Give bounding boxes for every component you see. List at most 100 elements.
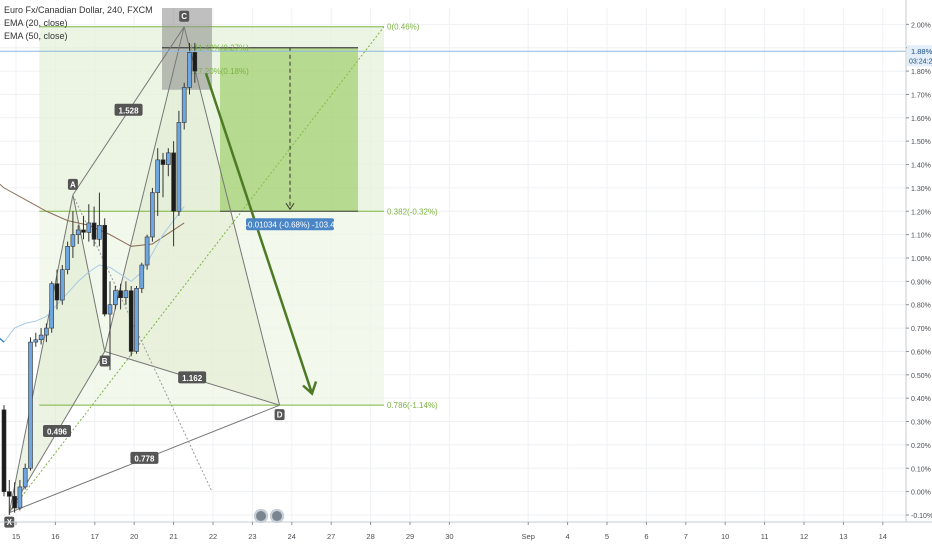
x-tick-label: 28 xyxy=(366,532,374,541)
y-tick-label: 1.60% xyxy=(911,116,931,123)
x-tick-label: 24 xyxy=(288,532,296,541)
y-tick-label: 0.10% xyxy=(911,466,931,473)
y-tick-label: 1.80% xyxy=(911,69,931,76)
price-tag: 1.88% xyxy=(911,47,932,56)
candle-body[interactable] xyxy=(44,327,49,336)
candle-body[interactable] xyxy=(113,290,118,306)
candle-body[interactable] xyxy=(166,152,171,165)
y-tick-label: 1.00% xyxy=(911,256,931,263)
y-tick-label: 0.60% xyxy=(911,349,931,356)
candle-body[interactable] xyxy=(181,87,187,123)
candle-body[interactable] xyxy=(155,159,160,193)
candle-body[interactable] xyxy=(65,246,70,270)
candle-body[interactable] xyxy=(38,334,44,341)
pattern-point-label[interactable]: B xyxy=(102,357,108,366)
fib-inner-label: 127.20%(0.18%) xyxy=(189,67,249,76)
x-tick-label: 10 xyxy=(721,532,729,541)
candle-body[interactable] xyxy=(1,409,7,492)
candle-body[interactable] xyxy=(123,290,129,299)
y-tick-label: -0.10% xyxy=(911,513,932,520)
candle-body[interactable] xyxy=(134,288,139,352)
candle-body[interactable] xyxy=(144,236,150,266)
fib-level-label: 0.382(-0.32%) xyxy=(387,207,438,216)
candle-body[interactable] xyxy=(128,290,134,352)
y-tick-label: 1.70% xyxy=(911,92,931,99)
chart-legend: Euro Fx/Canadian Dollar, 240, FXCM EMA (… xyxy=(4,4,153,43)
x-tick-label: 13 xyxy=(839,532,847,541)
fib-level-label: 0.786(-1.14%) xyxy=(387,401,438,410)
y-tick-label: 1.10% xyxy=(911,233,931,240)
y-tick-label: 0.50% xyxy=(911,373,931,380)
y-tick-label: 1.20% xyxy=(911,209,931,216)
candle-body[interactable] xyxy=(22,467,28,488)
countdown-label: 03:24:22 xyxy=(909,59,932,66)
x-tick-label: 7 xyxy=(684,532,688,541)
x-tick-label: 30 xyxy=(445,532,453,541)
candle-body[interactable] xyxy=(54,283,60,301)
ema20-legend[interactable]: EMA (20, close) xyxy=(4,17,153,30)
candle-body[interactable] xyxy=(75,229,81,235)
candle-body[interactable] xyxy=(150,192,155,238)
candle-body[interactable] xyxy=(49,283,55,329)
scroll-left-icon[interactable] xyxy=(254,509,268,523)
scroll-right-icon[interactable] xyxy=(270,509,284,523)
ratio-label: 0.778 xyxy=(134,454,155,463)
candle-body[interactable] xyxy=(102,224,107,315)
candle-body[interactable] xyxy=(86,222,92,233)
ratio-label: 1.528 xyxy=(119,106,140,115)
y-tick-label: 0.20% xyxy=(911,443,931,450)
candle-body[interactable] xyxy=(17,486,23,509)
pattern-point-label[interactable]: C xyxy=(181,12,187,21)
ratio-label: 0.496 xyxy=(47,428,68,437)
candle-body[interactable] xyxy=(187,52,192,88)
y-tick-label: 0.30% xyxy=(911,420,931,427)
x-tick-label: 22 xyxy=(209,532,217,541)
candle-body[interactable] xyxy=(107,304,113,315)
x-tick-label: 11 xyxy=(761,532,769,541)
x-tick-label: 6 xyxy=(644,532,648,541)
x-tick-label: 27 xyxy=(327,532,335,541)
price-chart[interactable]: 0(0.46%)0.382(-0.32%)0.786(-1.14%)141.42… xyxy=(0,0,932,550)
x-tick-label: 21 xyxy=(169,532,177,541)
candle-body[interactable] xyxy=(176,122,182,212)
scroll-controls xyxy=(254,509,284,523)
candle-body[interactable] xyxy=(12,495,17,509)
candle-body[interactable] xyxy=(70,234,76,247)
x-tick-label: 17 xyxy=(91,532,99,541)
candle-body[interactable] xyxy=(139,264,145,289)
x-tick-label: 20 xyxy=(130,532,138,541)
candle-body[interactable] xyxy=(91,222,97,240)
candle-body[interactable] xyxy=(28,341,33,469)
x-tick-label: 23 xyxy=(248,532,256,541)
y-tick-label: 1.30% xyxy=(911,186,931,193)
y-tick-label: 0.40% xyxy=(911,396,931,403)
y-tick-label: 1.50% xyxy=(911,139,931,146)
symbol-title[interactable]: Euro Fx/Canadian Dollar, 240, FXCM xyxy=(4,4,153,17)
y-tick-label: 0.80% xyxy=(911,303,931,310)
y-tick-label: 0.00% xyxy=(911,490,931,497)
y-tick-label: 0.70% xyxy=(911,326,931,333)
x-tick-label: 14 xyxy=(879,532,887,541)
pattern-point-label[interactable]: X xyxy=(7,518,13,527)
x-tick-label: 16 xyxy=(51,532,59,541)
candle-body[interactable] xyxy=(192,52,198,72)
candle-body[interactable] xyxy=(160,159,166,165)
candle-body[interactable] xyxy=(7,491,12,497)
x-tick-label: Sep xyxy=(522,532,535,541)
candle-body[interactable] xyxy=(97,224,102,240)
x-tick-label: 5 xyxy=(605,532,609,541)
candle-body[interactable] xyxy=(171,152,176,212)
pattern-point-label[interactable]: D xyxy=(277,411,283,420)
measure-label: -0.01034 (-0.68%) -103.4 xyxy=(245,220,335,229)
pattern-point-label[interactable]: A xyxy=(70,180,76,189)
candle-body[interactable] xyxy=(81,229,86,233)
x-tick-label: 29 xyxy=(406,532,414,541)
x-tick-label: 12 xyxy=(800,532,808,541)
ema50-legend[interactable]: EMA (50, close) xyxy=(4,30,153,43)
candle-body[interactable] xyxy=(59,269,65,301)
y-tick-label: 0.90% xyxy=(911,279,931,286)
candle-body[interactable] xyxy=(33,339,39,343)
candle-body[interactable] xyxy=(118,290,123,299)
y-tick-label: 1.40% xyxy=(911,163,931,170)
x-tick-label: 15 xyxy=(12,532,20,541)
